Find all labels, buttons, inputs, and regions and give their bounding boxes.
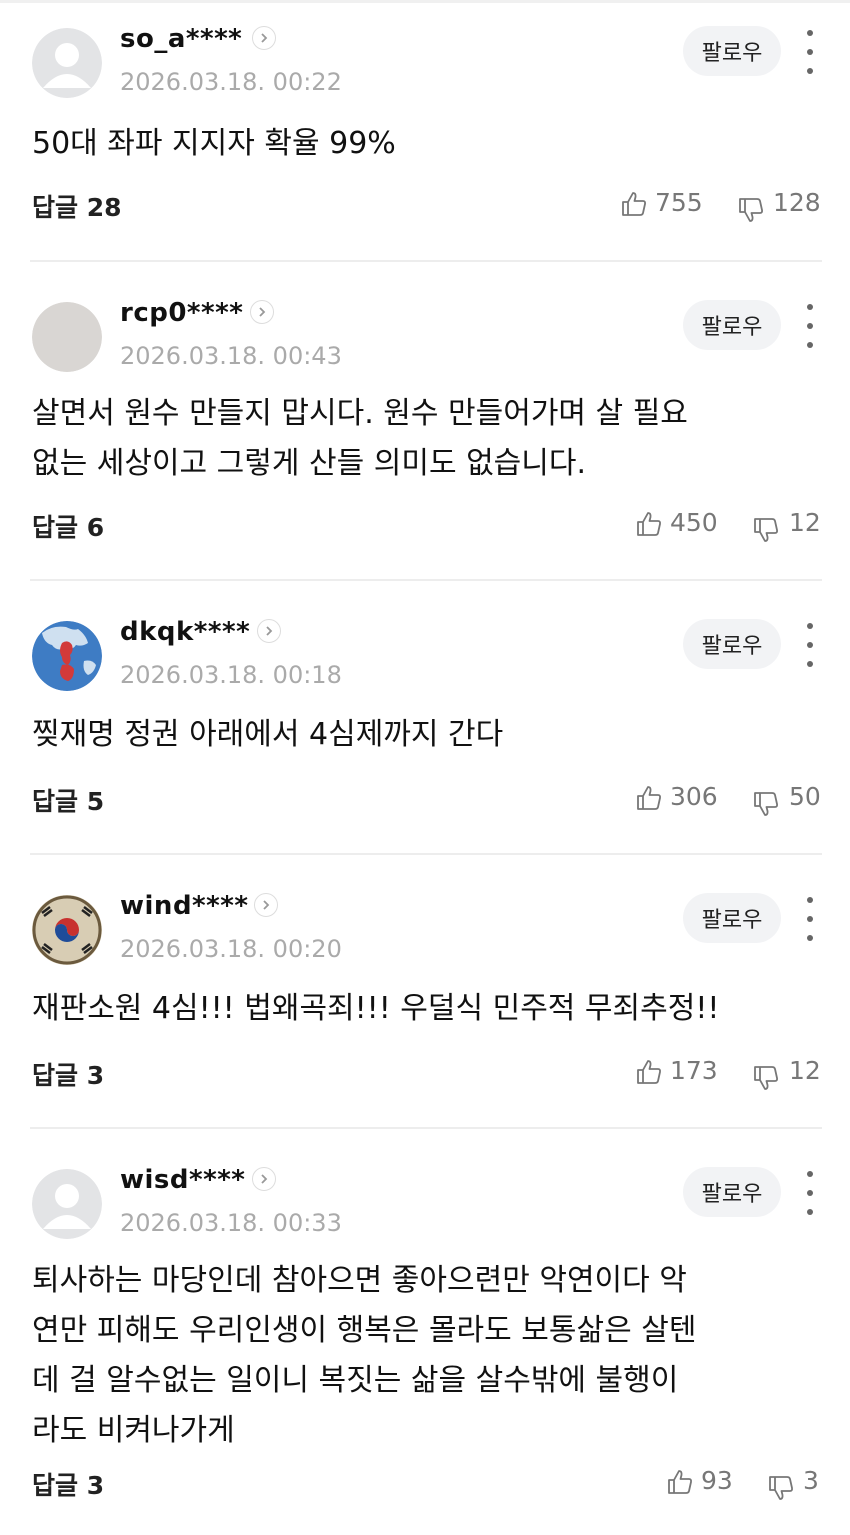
reply-button[interactable]: 답글 3 — [32, 1466, 104, 1502]
thumbs-down-icon[interactable] — [737, 196, 765, 224]
chevron-right-icon[interactable] — [257, 619, 281, 643]
comment-actions: 답글 3 93 3 — [0, 1466, 850, 1506]
comment-text: 찢재명 정권 아래에서 4심제까지 간다 — [32, 717, 504, 752]
thumbs-down-icon[interactable] — [767, 1474, 795, 1502]
comment-actions: 답글 3 173 12 — [0, 1056, 850, 1096]
thumbs-up-icon[interactable] — [635, 1058, 663, 1086]
chevron-right-icon[interactable] — [250, 300, 274, 324]
follow-button[interactable]: 팔로우 — [683, 1167, 781, 1217]
comment-divider — [30, 1127, 822, 1129]
comment-divider — [30, 579, 822, 581]
dislike-count: 12 — [789, 1056, 821, 1085]
follow-button[interactable]: 팔로우 — [683, 893, 781, 943]
like-count: 755 — [655, 188, 703, 217]
comment-actions: 답글 5 306 50 — [0, 782, 850, 822]
more-options-icon[interactable] — [798, 897, 822, 941]
thumbs-up-icon[interactable] — [635, 784, 663, 812]
dislike-count: 128 — [773, 188, 821, 217]
more-options-icon[interactable] — [798, 623, 822, 667]
comment-date: 2026.03.18. 00:20 — [120, 935, 342, 963]
comment-text: 재판소원 4심!!! 법왜곡죄!!! 우덜식 민주적 무죄추정!! — [32, 991, 720, 1026]
like-count: 93 — [701, 1466, 733, 1495]
thumbs-up-icon[interactable] — [620, 190, 648, 218]
thumbs-up-icon[interactable] — [635, 510, 663, 538]
blank-gray-avatar-icon[interactable] — [32, 302, 102, 372]
like-count: 450 — [670, 508, 718, 537]
chevron-right-icon[interactable] — [252, 1167, 276, 1191]
thumbs-down-icon[interactable] — [752, 1064, 780, 1092]
comment-date: 2026.03.18. 00:33 — [120, 1209, 342, 1237]
username[interactable]: rcp0**** — [120, 298, 243, 328]
username[interactable]: wind**** — [120, 891, 248, 921]
chevron-right-icon[interactable] — [254, 893, 278, 917]
default-avatar-icon[interactable] — [32, 28, 102, 98]
thumbs-down-icon[interactable] — [752, 516, 780, 544]
like-count: 306 — [670, 782, 718, 811]
more-options-icon[interactable] — [798, 30, 822, 74]
comment-text: 퇴사하는 마당인데 참아으면 좋아으련만 악연이다 악 연만 피해도 우리인생이… — [32, 1263, 697, 1448]
default-avatar-icon[interactable] — [32, 1169, 102, 1239]
reply-button[interactable]: 답글 28 — [32, 188, 122, 224]
more-options-icon[interactable] — [798, 304, 822, 348]
comment-divider — [30, 260, 822, 262]
dislike-count: 50 — [789, 782, 821, 811]
follow-button[interactable]: 팔로우 — [683, 300, 781, 350]
like-count: 173 — [670, 1056, 718, 1085]
chevron-right-icon[interactable] — [252, 26, 276, 50]
comment-date: 2026.03.18. 00:22 — [120, 68, 342, 96]
follow-button[interactable]: 팔로우 — [683, 619, 781, 669]
more-options-icon[interactable] — [798, 1171, 822, 1215]
username[interactable]: wisd**** — [120, 1165, 245, 1195]
comment-date: 2026.03.18. 00:43 — [120, 342, 342, 370]
comment-divider — [30, 853, 822, 855]
reply-button[interactable]: 답글 3 — [32, 1056, 104, 1092]
thumbs-down-icon[interactable] — [752, 790, 780, 818]
username[interactable]: dkqk**** — [120, 617, 250, 647]
comment-date: 2026.03.18. 00:18 — [120, 661, 342, 689]
taegukgi-avatar-icon[interactable] — [32, 895, 102, 965]
comment-actions: 답글 6 450 12 — [0, 508, 850, 548]
korea-map-avatar-icon[interactable] — [32, 621, 102, 691]
comment-actions: 답글 28 755 128 — [0, 188, 850, 228]
top-divider — [0, 0, 850, 3]
follow-button[interactable]: 팔로우 — [683, 26, 781, 76]
dislike-count: 3 — [803, 1466, 819, 1495]
username[interactable]: so_a**** — [120, 24, 242, 54]
reply-button[interactable]: 답글 5 — [32, 782, 104, 818]
dislike-count: 12 — [789, 508, 821, 537]
thumbs-up-icon[interactable] — [666, 1468, 694, 1496]
reply-button[interactable]: 답글 6 — [32, 508, 104, 544]
comment-text: 50대 좌파 지지자 확율 99% — [32, 126, 396, 161]
comment-text: 살면서 원수 만들지 맙시다. 원수 만들어가며 살 필요 없는 세상이고 그렇… — [32, 396, 688, 481]
